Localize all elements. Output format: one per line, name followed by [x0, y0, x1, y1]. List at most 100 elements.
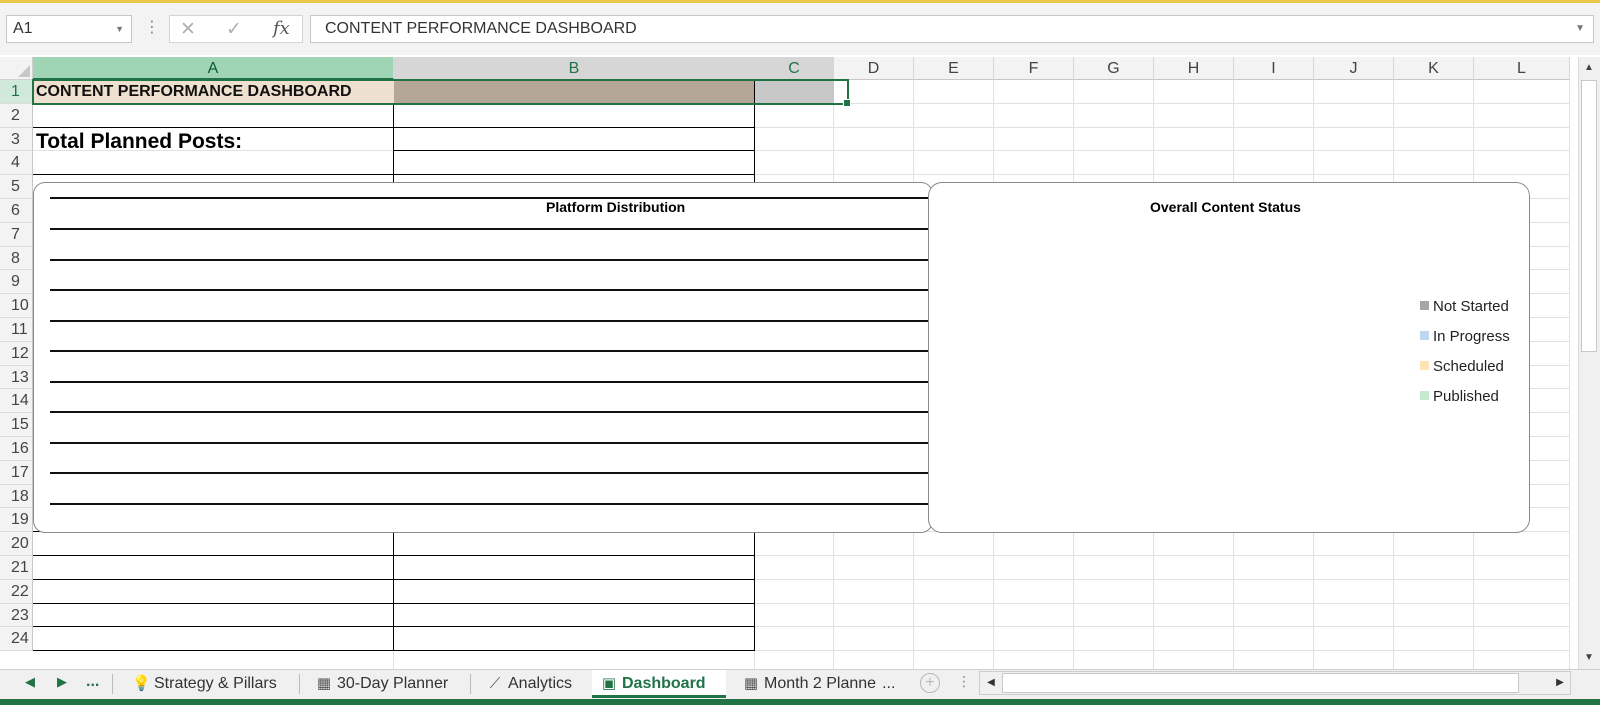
scroll-down-icon[interactable]: ▼ — [1578, 648, 1600, 668]
cancel-icon[interactable]: ✕ — [180, 18, 196, 41]
row-header-16[interactable]: 16 — [0, 437, 33, 461]
chart-axis-line — [50, 259, 928, 261]
column-header-f[interactable]: F — [994, 57, 1074, 80]
tab-30-day-planner[interactable]: ▦ 30-Day Planner — [307, 670, 448, 698]
row-header-7[interactable]: 7 — [0, 222, 33, 247]
platform-distribution-chart[interactable] — [33, 182, 933, 533]
tab-overflow[interactable]: ... — [882, 675, 895, 692]
cell-border — [33, 578, 755, 580]
column-header-d[interactable]: D — [834, 57, 914, 80]
column-header-g[interactable]: G — [1074, 57, 1154, 80]
cell-border — [33, 174, 755, 176]
tab-label: Month 2 Planne — [764, 675, 877, 692]
calendar-icon: ▦ — [316, 675, 332, 692]
column-header-b[interactable]: B — [394, 57, 755, 80]
insert-function-icon[interactable]: fx — [273, 18, 290, 39]
name-box[interactable]: A1 ▼ — [6, 15, 132, 43]
row-header-3[interactable]: 3 — [0, 127, 33, 152]
column-header-k[interactable]: K — [1394, 57, 1474, 80]
column-header-h[interactable]: H — [1154, 57, 1234, 80]
legend-item-scheduled: Scheduled — [1420, 358, 1504, 375]
tab-month-2-planner[interactable]: ▦ Month 2 Planne... — [734, 670, 896, 698]
name-box-dropdown-icon[interactable]: ▼ — [115, 16, 124, 42]
gridline-row — [33, 150, 1570, 152]
formula-bar-grip-icon[interactable]: ⋮ — [144, 17, 160, 37]
vertical-scroll-thumb[interactable] — [1581, 80, 1597, 352]
row-header-6[interactable]: 6 — [0, 199, 33, 223]
row-header-2[interactable]: 2 — [0, 103, 33, 128]
scroll-left-icon[interactable]: ◀ — [981, 673, 1001, 693]
row-header-4[interactable]: 4 — [0, 151, 33, 176]
cell-border — [33, 650, 755, 652]
chart-axis-line — [50, 381, 928, 383]
chart-axis-line — [50, 503, 928, 505]
horizontal-scroll-thumb[interactable] — [1002, 673, 1519, 693]
cell-border — [394, 150, 755, 152]
row-header-22[interactable]: 22 — [0, 579, 33, 604]
legend-swatch — [1420, 361, 1429, 370]
chart-axis-line — [50, 442, 928, 444]
line-chart-icon: ⟋ — [489, 675, 501, 692]
more-sheets-left[interactable]: ... — [86, 673, 99, 691]
row-header-20[interactable]: 20 — [0, 532, 33, 556]
scroll-right-icon[interactable]: ▶ — [1550, 673, 1570, 693]
row-header-1[interactable]: 1 — [0, 80, 33, 104]
tab-analytics[interactable]: ⟋ Analytics — [478, 670, 572, 698]
formula-input-value: CONTENT PERFORMANCE DASHBOARD — [325, 20, 637, 37]
enter-icon[interactable]: ✓ — [226, 18, 242, 41]
name-box-value: A1 — [13, 20, 33, 37]
column-header-e[interactable]: E — [914, 57, 994, 80]
dashboard-icon: ▣ — [601, 675, 617, 692]
select-all-button[interactable] — [0, 57, 33, 80]
row-header-14[interactable]: 14 — [0, 389, 33, 414]
tab-label: Strategy & Pillars — [154, 675, 277, 692]
add-sheet-icon[interactable]: + — [920, 673, 940, 693]
tab-label: 30-Day Planner — [337, 675, 449, 692]
formula-bar: A1 ▼ ⋮ ✕ ✓ fx CONTENT PERFORMANCE DASHBO… — [0, 3, 1600, 55]
tab-dashboard[interactable]: ▣ Dashboard — [592, 670, 726, 698]
column-header-j[interactable]: J — [1314, 57, 1394, 80]
legend-swatch — [1420, 391, 1429, 400]
chart-axis-line — [50, 289, 928, 291]
tab-splitter-icon[interactable]: ⋮ — [957, 673, 971, 690]
tab-strategy-pillars[interactable]: 💡 Strategy & Pillars — [124, 670, 277, 698]
calendar-icon: ▦ — [743, 675, 759, 692]
row-header-9[interactable]: 9 — [0, 270, 33, 295]
column-header-a[interactable]: A — [33, 57, 394, 80]
column-header-i[interactable]: I — [1234, 57, 1314, 80]
legend-item-published: Published — [1420, 388, 1499, 405]
cell-border — [33, 602, 755, 604]
gridline-column — [1569, 80, 1570, 669]
chart-axis-line — [50, 472, 928, 474]
expand-formula-bar-icon[interactable]: ▼ — [1575, 16, 1585, 42]
legend-label: In Progress — [1433, 328, 1510, 345]
legend-swatch — [1420, 301, 1429, 310]
row-header-23[interactable]: 23 — [0, 603, 33, 628]
row-header-10[interactable]: 10 — [0, 294, 33, 318]
cell-a3[interactable]: Total Planned Posts: — [36, 130, 242, 154]
selection-outline — [32, 79, 851, 107]
platform-chart-title: Platform Distribution — [546, 199, 686, 215]
row-header-13[interactable]: 13 — [0, 365, 33, 390]
row-header-17[interactable]: 17 — [0, 460, 33, 485]
row-header-5[interactable]: 5 — [0, 175, 33, 199]
row-header-8[interactable]: 8 — [0, 246, 33, 271]
prev-sheet-icon[interactable]: ◀ — [25, 674, 35, 690]
column-header-c[interactable]: C — [755, 57, 834, 80]
next-sheet-icon[interactable]: ▶ — [57, 674, 67, 690]
row-header-24[interactable]: 24 — [0, 627, 33, 652]
row-header-18[interactable]: 18 — [0, 484, 33, 509]
row-header-21[interactable]: 21 — [0, 556, 33, 580]
chart-axis-line — [50, 228, 928, 230]
chart-axis-line — [50, 197, 928, 199]
row-header-12[interactable]: 12 — [0, 341, 33, 366]
column-header-l[interactable]: L — [1474, 57, 1570, 80]
formula-input[interactable]: CONTENT PERFORMANCE DASHBOARD ▼ — [310, 15, 1594, 43]
formula-buttons: ✕ ✓ fx — [169, 15, 303, 43]
row-header-11[interactable]: 11 — [0, 318, 33, 342]
row-header-15[interactable]: 15 — [0, 413, 33, 437]
chart-axis-line — [50, 320, 928, 322]
tab-label: Analytics — [508, 675, 573, 692]
row-header-19[interactable]: 19 — [0, 508, 33, 533]
scroll-up-icon[interactable]: ▲ — [1578, 58, 1600, 78]
